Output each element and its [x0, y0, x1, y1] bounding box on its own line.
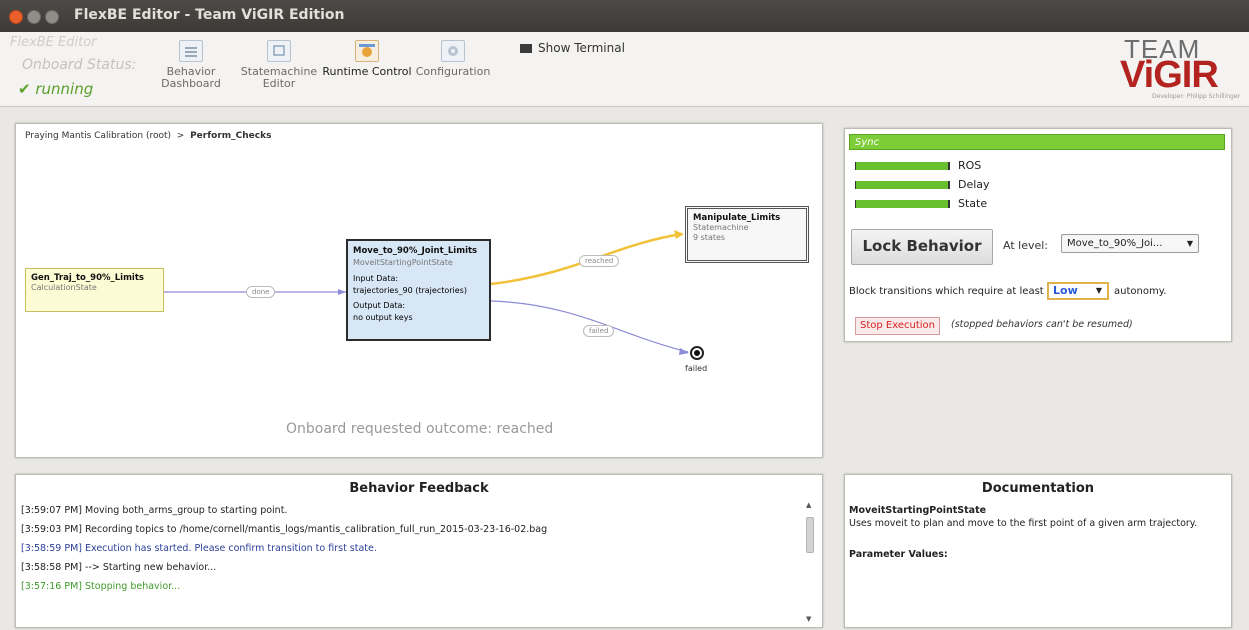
- lock-behavior-button[interactable]: Lock Behavior: [851, 229, 993, 265]
- scroll-down-icon[interactable]: ▼: [806, 615, 811, 623]
- runtime-control-icon: [355, 40, 379, 62]
- doc-state-name: MoveitStartingPointState: [849, 505, 987, 516]
- input-data-label: Input Data:: [353, 274, 399, 283]
- autonomy-suffix-label: autonomy.: [1114, 286, 1167, 297]
- behavior-feedback-title: Behavior Feedback: [349, 481, 489, 496]
- sync-bar: [855, 181, 950, 189]
- final-outcome-label: failed: [685, 364, 708, 373]
- doc-description: Uses moveit to plan and move to the firs…: [849, 518, 1198, 529]
- stop-execution-note: (stopped behaviors can't be resumed): [951, 319, 1133, 330]
- window-titlebar: FlexBE Editor - Team ViGIR Edition: [0, 0, 1249, 32]
- close-window-button[interactable]: [9, 10, 23, 24]
- team-logo: TEAM ViGIR Developer: Philipp Schillinge…: [1120, 34, 1240, 100]
- onboard-status-label: Onboard Status:: [22, 57, 137, 73]
- sync-row-state: State: [855, 197, 987, 210]
- block-transitions-label: Block transitions which require at least: [849, 286, 1044, 297]
- sync-row-ros: ROS: [855, 159, 981, 172]
- state-class: MoveitStartingPointState: [353, 258, 453, 267]
- input-data-value: trajectories_90 (trajectories): [353, 286, 467, 295]
- feedback-log-line: [3:58:59 PM] Execution has started. Plea…: [21, 543, 377, 554]
- feedback-log-line: [3:59:07 PM] Moving both_arms_group to s…: [21, 505, 288, 516]
- state-count: 9 states: [693, 233, 726, 242]
- output-data-value: no output keys: [353, 313, 413, 322]
- scroll-up-icon[interactable]: ▲: [806, 501, 811, 509]
- main-toolbar: FlexBE Editor Onboard Status: ✔ running …: [0, 32, 1249, 107]
- documentation-title: Documentation: [981, 481, 1095, 496]
- state-name: Gen_Traj_to_90%_Limits: [31, 273, 144, 283]
- autonomy-level-select[interactable]: Low ▼: [1047, 282, 1109, 300]
- tab-statemachine-editor[interactable]: Statemachine Editor: [234, 40, 324, 90]
- stop-execution-button[interactable]: Stop Execution: [855, 317, 940, 335]
- at-level-label: At level:: [1003, 239, 1049, 252]
- behavior-feedback-panel: Behavior Feedback [3:59:07 PM] Moving bo…: [15, 474, 823, 628]
- maximize-window-button[interactable]: [45, 10, 59, 24]
- state-node-gen-traj[interactable]: Gen_Traj_to_90%_Limits CalculationState: [25, 268, 164, 312]
- feedback-scrollbar[interactable]: ▲ ▼: [805, 501, 815, 623]
- onboard-status-value: ✔ running: [18, 80, 94, 98]
- gear-icon: [441, 40, 465, 62]
- state-name: Manipulate_Limits: [693, 213, 781, 223]
- transition-label-done[interactable]: done: [246, 286, 276, 298]
- dashboard-icon: [179, 40, 203, 62]
- tab-configuration[interactable]: Configuration: [408, 40, 498, 78]
- documentation-panel: Documentation MoveitStartingPointState U…: [844, 474, 1232, 628]
- tab-runtime-control-label: Runtime Control: [322, 65, 412, 78]
- feedback-log-line: [3:57:16 PM] Stopping behavior...: [21, 581, 181, 592]
- state-node-move-to-limits[interactable]: Move_to_90%_Joint_Limits MoveitStartingP…: [346, 239, 491, 341]
- state-class: Statemachine: [693, 223, 749, 232]
- final-outcome-icon[interactable]: [690, 346, 704, 360]
- dropdown-arrow-icon: ▼: [1095, 286, 1102, 295]
- transition-label-failed[interactable]: failed: [583, 325, 615, 337]
- behavior-graph-panel[interactable]: Praying Mantis Calibration (root) > Perf…: [15, 123, 823, 458]
- window-title: FlexBE Editor - Team ViGIR Edition: [74, 7, 345, 23]
- onboard-outcome-status: Onboard requested outcome: reached: [286, 421, 554, 437]
- show-terminal-toggle[interactable]: Show Terminal: [520, 41, 625, 55]
- tab-configuration-label: Configuration: [415, 65, 491, 78]
- show-terminal-label: Show Terminal: [538, 41, 625, 55]
- sync-bar: [855, 200, 950, 208]
- state-class: CalculationState: [31, 283, 97, 292]
- sync-bar: [855, 162, 950, 170]
- statemachine-icon: [267, 40, 291, 62]
- sync-header: Sync: [849, 134, 1225, 150]
- transition-label-reached[interactable]: reached: [579, 255, 620, 267]
- dropdown-arrow-icon: ▼: [1186, 239, 1193, 248]
- lock-level-select[interactable]: Move_to_90%_Joi... ▼: [1061, 234, 1199, 253]
- scrollbar-thumb[interactable]: [806, 517, 814, 553]
- runtime-control-panel: Sync ROS Delay State Lock Behavior At le…: [844, 128, 1232, 342]
- statemachine-node-manipulate-limits[interactable]: Manipulate_Limits Statemachine 9 states: [685, 206, 809, 263]
- doc-parameter-values: Parameter Values:: [849, 549, 948, 560]
- feedback-log-line: [3:59:03 PM] Recording topics to /home/c…: [21, 524, 548, 535]
- sync-row-delay: Delay: [855, 178, 990, 191]
- tab-behavior-dashboard[interactable]: Behavior Dashboard: [146, 40, 236, 90]
- output-data-label: Output Data:: [353, 301, 406, 310]
- tab-statemachine-editor-label: Statemachine Editor: [240, 65, 318, 90]
- feedback-log-line: [3:58:58 PM] --> Starting new behavior..…: [21, 562, 217, 573]
- terminal-icon: [520, 44, 532, 53]
- minimize-window-button[interactable]: [27, 10, 41, 24]
- tab-behavior-dashboard-label: Behavior Dashboard: [161, 65, 221, 90]
- tab-runtime-control[interactable]: Runtime Control: [322, 40, 412, 78]
- app-name: FlexBE Editor: [10, 35, 97, 50]
- state-name: Move_to_90%_Joint_Limits: [353, 246, 478, 256]
